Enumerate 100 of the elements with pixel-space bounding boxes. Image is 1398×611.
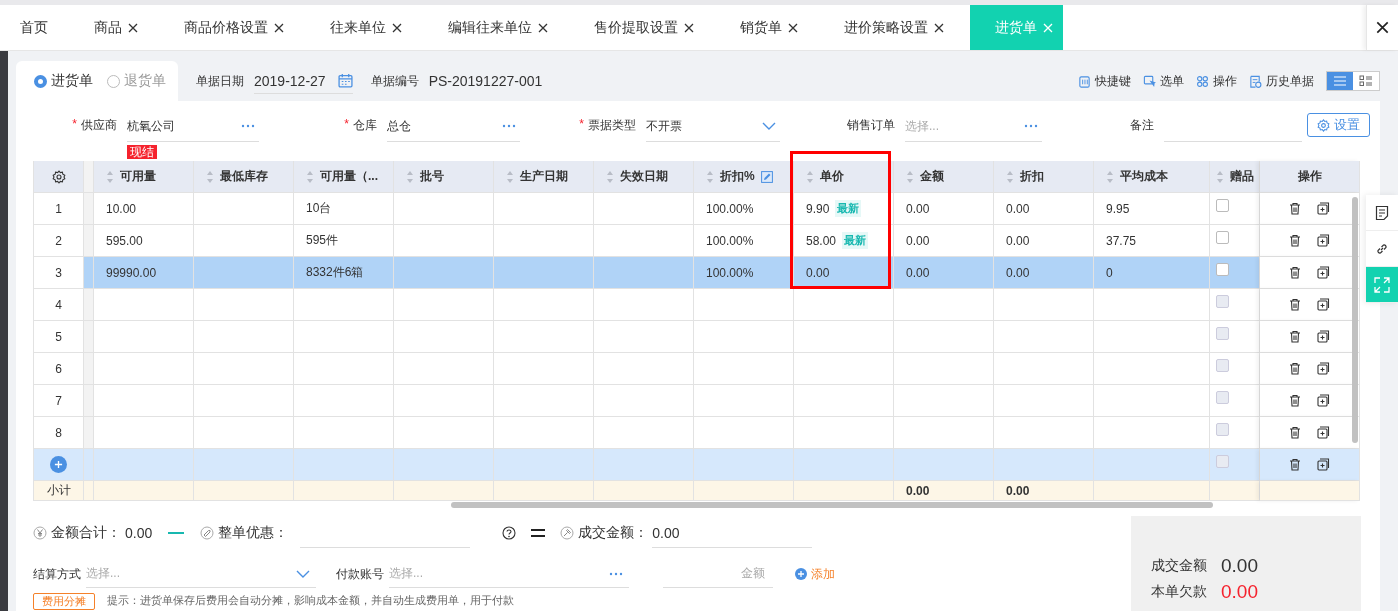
radio-icon[interactable] [34, 74, 47, 88]
add-row-button[interactable] [50, 456, 67, 473]
hammer-icon [560, 526, 575, 540]
close-icon[interactable] [934, 22, 944, 33]
plus-icon[interactable] [795, 568, 807, 580]
delete-icon[interactable] [1289, 298, 1301, 311]
view-toggle[interactable] [1327, 72, 1353, 90]
summary-label: 成交金额： [578, 524, 649, 542]
row-gutter [84, 417, 94, 449]
row-gutter [84, 321, 94, 353]
copy-icon[interactable] [1317, 266, 1330, 279]
scrollbar[interactable] [451, 502, 1213, 508]
column-header: 可用量（... [320, 168, 378, 185]
toolbar-button[interactable]: 选单 [1143, 72, 1184, 90]
table-cell: 0.00 [806, 265, 830, 280]
detail-list-icon[interactable] [1359, 75, 1373, 87]
close-icon[interactable] [538, 22, 548, 33]
edit-icon[interactable] [760, 170, 773, 183]
table-cell: 100.00% [694, 193, 794, 225]
field-label: 票据类型 [588, 117, 636, 134]
view-toggle[interactable] [1353, 72, 1379, 90]
field-label: 单据编号 [370, 72, 419, 90]
close-icon[interactable] [392, 22, 402, 33]
delete-icon[interactable] [1289, 458, 1301, 471]
radio-icon[interactable] [107, 74, 120, 88]
table-cell: 9.95 [1094, 193, 1210, 225]
plus-icon[interactable] [54, 460, 63, 469]
help-icon[interactable] [502, 526, 517, 540]
settings-icon[interactable] [51, 169, 66, 184]
input-field[interactable]: 总仓 [387, 111, 520, 142]
copy-icon[interactable] [1317, 234, 1330, 247]
side-button[interactable] [1366, 195, 1398, 231]
field-label: 备注 [1130, 117, 1154, 134]
delete-icon[interactable] [1289, 394, 1301, 407]
close-icon[interactable] [128, 22, 138, 33]
table-cell: 10.00 [94, 193, 194, 225]
scrollbar[interactable] [1352, 197, 1358, 443]
tab[interactable]: 往来单位 [310, 5, 428, 50]
close-icon[interactable] [274, 22, 284, 33]
row-gutter [84, 353, 94, 385]
toolbar-button[interactable]: 历史单据 [1249, 72, 1314, 90]
table-cell: 9.90 [806, 201, 830, 216]
gear-icon[interactable] [1317, 118, 1330, 132]
minus-sign [168, 532, 185, 534]
radio-option[interactable]: 进货单 [34, 72, 93, 90]
delete-icon[interactable] [1289, 330, 1301, 343]
tab[interactable]: 售价提取设置 [574, 5, 720, 50]
document-icon[interactable] [1249, 74, 1262, 88]
note-icon[interactable] [1375, 204, 1389, 221]
toolbar-button[interactable]: 快捷键 [1078, 72, 1131, 90]
copy-icon[interactable] [1317, 426, 1330, 439]
tab[interactable]: 进价策略设置 [824, 5, 970, 50]
more-icon[interactable] [241, 124, 255, 128]
copy-icon[interactable] [1317, 298, 1330, 311]
date-field[interactable]: 2019-12-27 [254, 68, 353, 94]
expand-icon[interactable] [1374, 276, 1390, 293]
table-cell: 0.00 [994, 481, 1094, 501]
checkbox[interactable] [1216, 231, 1229, 244]
grid-icon[interactable] [1196, 74, 1209, 88]
tab[interactable]: 商品 [74, 5, 164, 50]
copy-icon[interactable] [1317, 362, 1330, 375]
more-icon[interactable] [609, 571, 623, 576]
input-field[interactable]: 杭氧公司 [127, 111, 259, 142]
delete-icon[interactable] [1289, 426, 1301, 439]
table-cell: 100.00% [694, 257, 794, 289]
close-icon[interactable] [684, 22, 694, 33]
column-header: 操作 [1260, 161, 1360, 193]
tab[interactable]: 销货单 [720, 5, 824, 50]
tab[interactable]: 首页 [0, 5, 74, 50]
checkbox[interactable] [1216, 199, 1229, 212]
pointer-icon[interactable] [1143, 74, 1156, 88]
toolbar-button[interactable]: 操作 [1196, 72, 1237, 90]
select-field[interactable]: 不开票 [646, 111, 780, 142]
delete-icon[interactable] [1289, 234, 1301, 247]
more-icon[interactable] [502, 124, 516, 128]
copy-icon[interactable] [1317, 458, 1330, 471]
delete-icon[interactable] [1289, 266, 1301, 279]
close-icon[interactable] [788, 22, 798, 33]
list-icon[interactable] [1333, 76, 1347, 86]
summary-value: 0.00 [125, 525, 153, 541]
required-mark: * [344, 117, 349, 133]
keyboard-icon[interactable] [1078, 74, 1091, 88]
column-header: 生产日期 [520, 168, 568, 185]
column-header: 平均成本 [1120, 168, 1168, 185]
link-icon[interactable] [1375, 241, 1389, 256]
chevron-down-icon[interactable] [762, 122, 776, 130]
calendar-icon[interactable] [337, 73, 353, 88]
copy-icon[interactable] [1317, 202, 1330, 215]
delete-icon[interactable] [1289, 202, 1301, 215]
copy-icon[interactable] [1317, 330, 1330, 343]
row-gutter [84, 289, 94, 321]
delete-icon[interactable] [1289, 362, 1301, 375]
checkbox[interactable] [1216, 263, 1229, 276]
tab[interactable]: 商品价格设置 [164, 5, 310, 50]
chevron-down-icon[interactable] [296, 569, 310, 578]
more-icon[interactable] [1024, 124, 1038, 128]
column-header: 赠品 [1230, 168, 1254, 185]
tab[interactable]: 编辑往来单位 [428, 5, 574, 50]
close-icon[interactable] [1376, 21, 1389, 34]
copy-icon[interactable] [1317, 394, 1330, 407]
